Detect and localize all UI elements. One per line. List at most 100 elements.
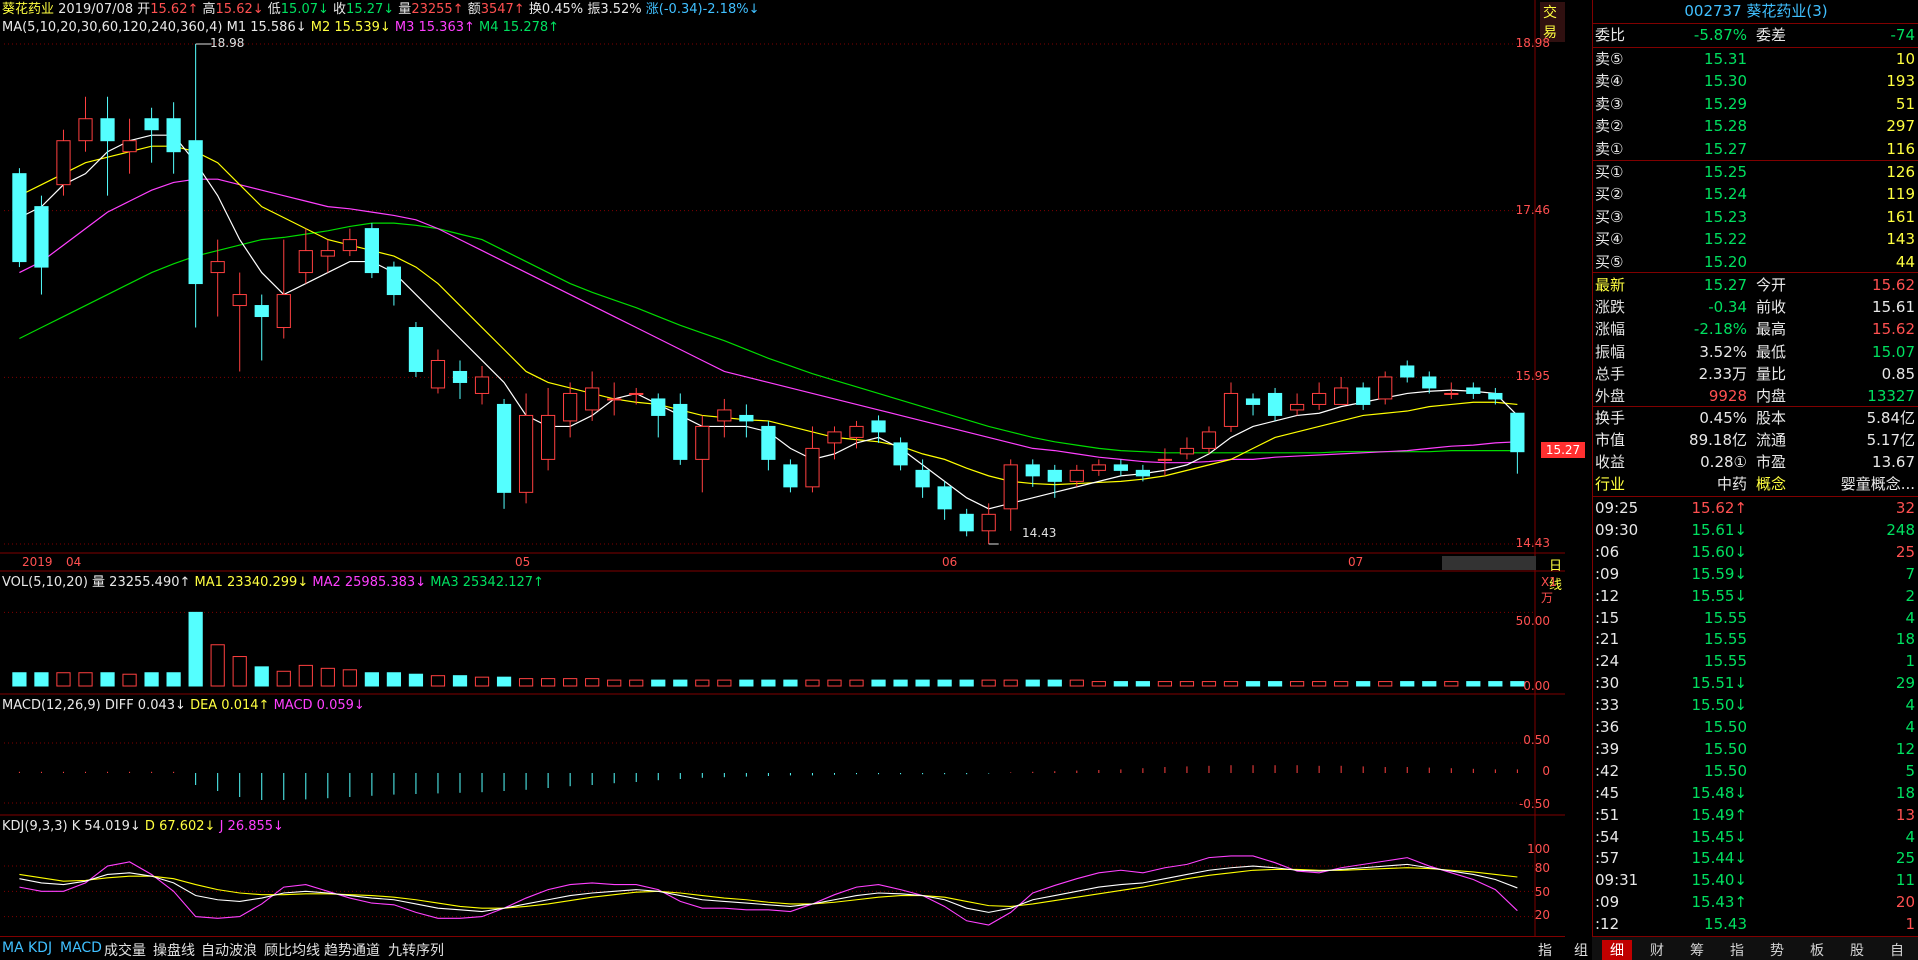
tab-group[interactable]: 组 — [1574, 940, 1588, 960]
ask-price[interactable]: 15.31 — [1704, 48, 1747, 70]
quote-value: 15.61 — [1872, 298, 1915, 317]
volume-bar — [937, 679, 952, 687]
open-value: 15.62↑ — [150, 2, 199, 17]
ask-row[interactable]: 卖④ 15.30 193 — [1593, 70, 1918, 92]
bid-volume: 161 — [1886, 207, 1915, 226]
tab-nine-turn[interactable]: 九转序列 — [388, 940, 444, 960]
tab-index[interactable]: 指 — [1538, 940, 1552, 960]
ma3-line — [19, 178, 1518, 464]
amt-value: 3547↑ — [480, 2, 525, 17]
volume-bar — [254, 666, 269, 687]
ask-price[interactable]: 15.30 — [1704, 70, 1747, 92]
tab-gmma[interactable]: 顾比均线 — [264, 940, 320, 960]
ask-row[interactable]: 卖② 15.28 297 — [1593, 115, 1918, 137]
panel-tab[interactable]: 自 — [1890, 940, 1904, 960]
volume-bar — [78, 672, 93, 687]
vol-label: 量 — [398, 2, 412, 17]
tick-time: :06 — [1595, 542, 1620, 561]
stock-name[interactable]: 葵花药业 — [2, 2, 54, 17]
bid-label: 买④ — [1595, 230, 1624, 249]
bid-row[interactable]: 买⑤ 15.20 44 — [1593, 251, 1918, 273]
tick-time: :12 — [1595, 586, 1620, 605]
quote-label: 内盘 — [1756, 387, 1787, 405]
bid-price[interactable]: 15.22 — [1704, 228, 1747, 250]
weibi-value: -5.87% — [1693, 26, 1747, 44]
tick-time: :57 — [1595, 849, 1620, 868]
volume-bar — [276, 670, 291, 687]
ask-price[interactable]: 15.29 — [1704, 93, 1747, 115]
date-label: 2019 — [22, 555, 53, 569]
industry-row: 行业 中药 概念 婴童概念... — [1593, 473, 1918, 495]
candle-body — [430, 359, 446, 389]
tick-row: :15 15.55 4 — [1593, 608, 1918, 629]
volume-bar — [717, 679, 732, 687]
vol-title[interactable]: VOL(5,10,20) — [2, 575, 88, 590]
bid-price[interactable]: 15.24 — [1704, 183, 1747, 205]
kdj-title[interactable]: KDJ(9,3,3) — [2, 819, 68, 834]
volume-bar — [386, 672, 402, 687]
volume-bar — [1003, 679, 1018, 687]
panel-tab[interactable]: 指 — [1730, 940, 1744, 960]
volume-bar — [1069, 679, 1084, 687]
vol-header: VOL(5,10,20) 量 23255.490↑ MA1 23340.299↓… — [2, 574, 544, 592]
tab-macd[interactable]: MACD — [60, 940, 102, 956]
tab-volume[interactable]: 成交量 — [104, 940, 146, 960]
bid-row[interactable]: 买③ 15.23 161 — [1593, 206, 1918, 228]
ask-price[interactable]: 15.27 — [1704, 138, 1747, 160]
tab-ma[interactable]: MA — [2, 940, 24, 956]
stock-code-title[interactable]: 002737 葵花药业(3) — [1593, 0, 1918, 22]
ma-params[interactable]: MA(5,10,20,30,60,120,240,360,4) — [2, 20, 222, 35]
ask-row[interactable]: 卖③ 15.29 51 — [1593, 93, 1918, 115]
panel-tab[interactable]: 股 — [1850, 940, 1864, 960]
ask-volume: 51 — [1895, 94, 1915, 113]
macd-title[interactable]: MACD(12,26,9) — [2, 698, 101, 713]
candle-body — [673, 403, 688, 460]
bid-price[interactable]: 15.25 — [1704, 161, 1747, 183]
tab-auto-wave[interactable]: 自动波浪 — [201, 940, 257, 960]
ask-row[interactable]: 卖① 15.27 116 — [1593, 138, 1918, 160]
candle-body — [739, 414, 754, 422]
candle-body — [496, 403, 512, 493]
chart-area[interactable]: 葵花药业 2019/07/08 开15.62↑ 高15.62↓ 低15.07↓ … — [0, 0, 1585, 959]
volume-bar — [1157, 681, 1173, 687]
panel-tab[interactable]: 细 — [1602, 940, 1632, 960]
tab-kdj[interactable]: KDJ — [28, 940, 52, 956]
bid-volume: 143 — [1886, 230, 1915, 249]
volume-bar — [474, 676, 490, 687]
candle-body — [12, 173, 27, 263]
quote-value: 15.62 — [1872, 276, 1915, 294]
vol-tick: 0.00 — [1523, 679, 1550, 693]
candle-body — [1444, 392, 1459, 395]
ma1-value: M1 15.586↓ — [226, 20, 307, 35]
bid-row[interactable]: 买① 15.25 126 — [1593, 161, 1918, 183]
ask-price[interactable]: 15.28 — [1704, 115, 1747, 137]
candle-body — [651, 398, 666, 416]
ask-row[interactable]: 卖⑤ 15.31 10 — [1593, 48, 1918, 70]
tab-operate-line[interactable]: 操盘线 — [153, 940, 195, 960]
quote-value: 15.27 — [1704, 276, 1747, 294]
bid-price[interactable]: 15.20 — [1704, 251, 1747, 273]
kline-chart[interactable] — [0, 0, 1565, 936]
tab-trend-channel[interactable]: 趋势通道 — [324, 940, 380, 960]
panel-tab[interactable]: 板 — [1810, 940, 1824, 960]
candle-body — [1003, 464, 1018, 510]
panel-tab[interactable]: 财 — [1650, 940, 1664, 960]
concept-value[interactable]: 婴童概念... — [1841, 473, 1915, 495]
bid-price[interactable]: 15.23 — [1704, 206, 1747, 228]
candle-body — [1223, 392, 1239, 427]
industry-value[interactable]: 中药 — [1717, 473, 1747, 495]
scroll-thumb[interactable] — [1442, 556, 1536, 570]
fundamental-value: 5.84亿 — [1866, 409, 1915, 427]
fundamental-label: 流通 — [1756, 431, 1787, 450]
panel-tab[interactable]: 势 — [1770, 940, 1784, 960]
vol-tick: 50.00 — [1515, 614, 1550, 628]
bid-row[interactable]: 买② 15.24 119 — [1593, 183, 1918, 205]
quote-label: 涨跌 — [1595, 298, 1626, 317]
divider — [1593, 496, 1918, 497]
vol-unit: X1万 — [1541, 575, 1557, 605]
volume-bar — [1135, 681, 1150, 687]
bid-row[interactable]: 买④ 15.22 143 — [1593, 228, 1918, 250]
panel-tab[interactable]: 筹 — [1690, 940, 1704, 960]
tick-volume: 4 — [1905, 718, 1915, 736]
quote-label: 外盘 — [1595, 387, 1626, 405]
